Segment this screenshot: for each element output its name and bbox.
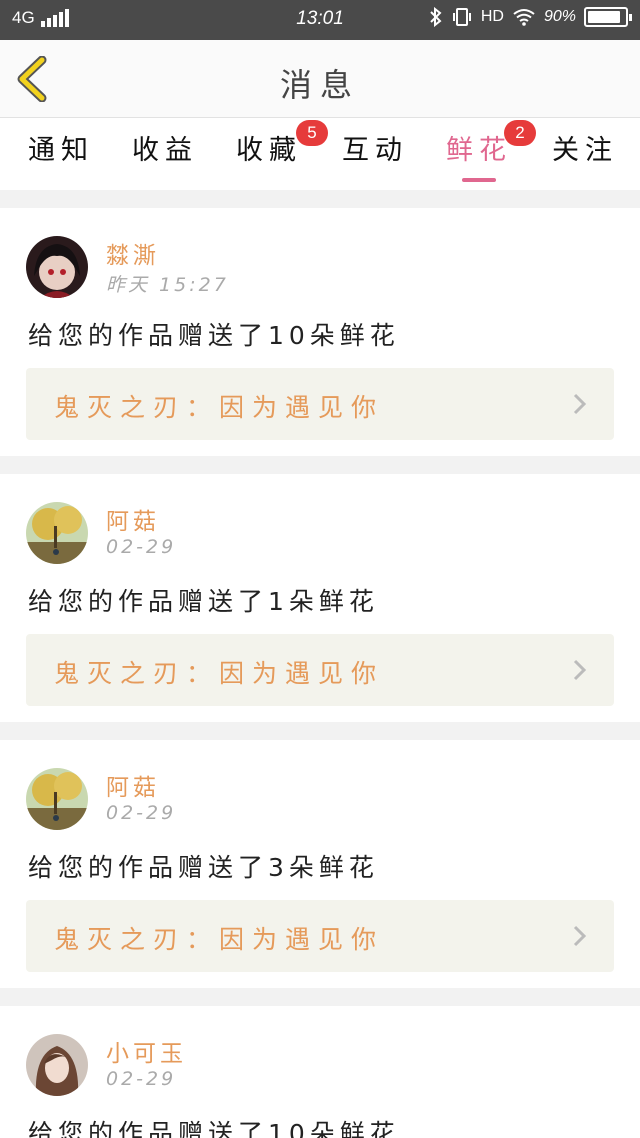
tab-earnings[interactable]: 收益 [132,128,198,184]
work-link[interactable]: 鬼灭之刃：因为遇见你 [26,900,614,972]
tab-follows[interactable]: 关注 [552,128,618,184]
hd-label: HD [480,8,504,25]
username[interactable]: 小可玉 [106,1034,187,1068]
avatar[interactable] [26,236,88,298]
work-link[interactable]: 鬼灭之刃：因为遇见你 [26,634,614,706]
bluetooth-icon [430,7,442,27]
message-text: 给您的作品赠送了10朵鲜花 [28,321,400,350]
wifi-icon [513,9,535,26]
tab-label: 通知 [28,135,94,166]
active-tab-indicator [462,178,496,182]
tab-flowers[interactable]: 鲜花 2 [446,120,536,184]
timestamp: 昨天 15:27 [106,274,229,296]
avatar[interactable] [26,1034,88,1096]
message-card: 小可玉 02-29 给您的作品赠送了10朵鲜花 [0,1006,640,1138]
username[interactable]: 阿菇 [106,768,160,802]
status-bar: 4G 13:01 HD 90% [0,0,640,40]
tab-label: 收益 [132,135,198,166]
tab-label: 鲜花 [446,135,512,166]
battery-icon [584,7,632,27]
chevron-left-icon [17,55,47,103]
tab-label: 互动 [342,135,408,166]
message-text: 给您的作品赠送了1朵鲜花 [28,587,379,616]
app-header: 消息 [0,40,640,118]
favorites-badge: 5 [296,120,328,146]
tab-interactions[interactable]: 互动 [342,128,408,184]
avatar[interactable] [26,502,88,564]
chevron-right-icon [573,393,587,415]
tab-favorites[interactable]: 收藏 5 [236,120,328,184]
tab-label: 收藏 [236,135,302,166]
username[interactable]: 阿菇 [106,502,160,536]
work-title: 鬼灭之刃：因为遇见你 [54,659,385,688]
work-link[interactable]: 鬼灭之刃：因为遇见你 [26,368,614,440]
battery-percent: 90% [543,8,576,25]
tab-label: 关注 [552,135,618,166]
message-card: 阿菇 02-29 给您的作品赠送了3朵鲜花 鬼灭之刃：因为遇见你 [0,740,640,988]
message-text: 给您的作品赠送了3朵鲜花 [28,853,379,882]
timestamp: 02-29 [106,1068,177,1090]
tab-notifications[interactable]: 通知 [28,128,94,184]
username[interactable]: 㵘澌 [106,236,160,270]
chevron-right-icon [573,659,587,681]
back-button[interactable] [14,55,54,103]
timestamp: 02-29 [106,536,177,558]
message-text: 给您的作品赠送了10朵鲜花 [28,1119,400,1138]
timestamp: 02-29 [106,802,177,824]
status-right: HD 90% [429,7,632,27]
tab-bar: 通知 收益 收藏 5 互动 鲜花 2 关注 [0,118,640,190]
message-card: 㵘澌 昨天 15:27 给您的作品赠送了10朵鲜花 鬼灭之刃：因为遇见你 [0,208,640,456]
page-title: 消息 [279,66,360,104]
chevron-right-icon [573,925,587,947]
message-card: 阿菇 02-29 给您的作品赠送了1朵鲜花 鬼灭之刃：因为遇见你 [0,474,640,722]
avatar[interactable] [26,768,88,830]
vibrate-icon [452,8,471,26]
battery-fill [588,11,621,23]
work-title: 鬼灭之刃：因为遇见你 [54,925,385,954]
work-title: 鬼灭之刃：因为遇见你 [54,393,385,422]
flowers-badge: 2 [504,120,536,146]
